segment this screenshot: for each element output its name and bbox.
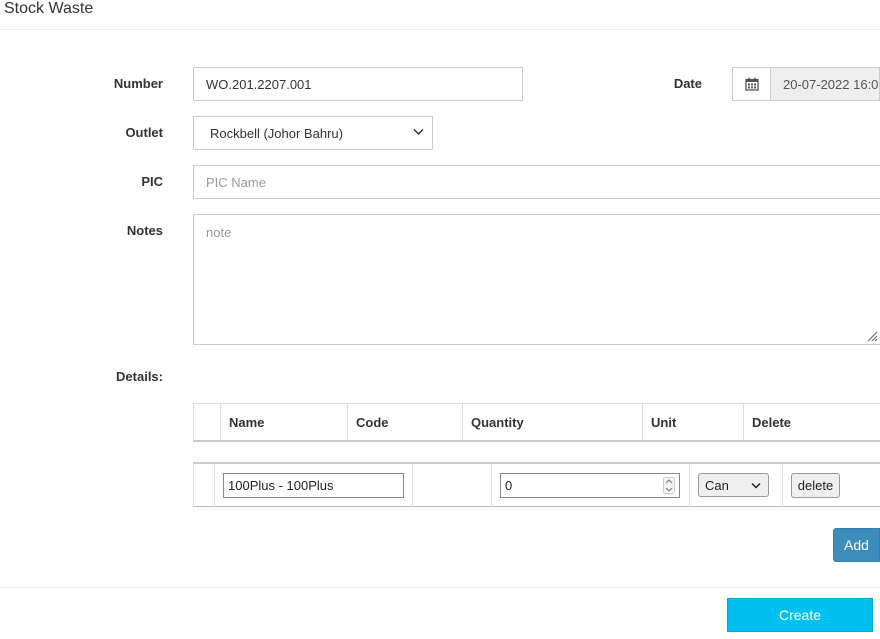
item-name-value: 100Plus - 100Plus [228, 478, 334, 493]
footer-divider [0, 587, 880, 588]
pic-label: PIC [141, 174, 163, 189]
date-field[interactable]: 20-07-2022 16:0 [771, 67, 880, 101]
number-label: Number [113, 76, 163, 91]
number-input-value: WO.201.2207.001 [206, 76, 312, 92]
pic-input[interactable]: PIC Name [193, 165, 880, 199]
date-label: Date [673, 76, 702, 91]
column-divider [193, 464, 194, 507]
outlet-select[interactable]: Rockbell (Johor Bahru) [193, 116, 433, 150]
date-field-value: 20-07-2022 16:0 [783, 76, 879, 92]
column-divider [214, 464, 215, 507]
pic-input-placeholder: PIC Name [206, 174, 266, 190]
item-code-cell [413, 464, 491, 507]
details-label: Details: [116, 369, 163, 384]
column-header-delete: Delete [752, 415, 792, 430]
column-header-code: Code [356, 415, 389, 430]
add-row-button[interactable]: Add [833, 528, 880, 562]
table-row: 100Plus - 100Plus 0 Can delete [193, 462, 880, 507]
unit-select-value: Can [705, 477, 729, 493]
create-button[interactable]: Create [727, 598, 873, 632]
resize-handle-icon[interactable] [866, 330, 878, 342]
spinner-arrows-icon[interactable] [663, 477, 675, 494]
column-header-quantity: Quantity [471, 415, 524, 430]
delete-row-button[interactable]: delete [791, 473, 840, 498]
title-divider [0, 29, 880, 30]
number-input[interactable]: WO.201.2207.001 [193, 67, 523, 101]
column-divider [782, 464, 783, 507]
outlet-select-value: Rockbell (Johor Bahru) [210, 125, 343, 141]
details-table-header: Name Code Quantity Unit Delete [193, 403, 880, 442]
column-divider [689, 464, 690, 507]
calendar-icon [744, 77, 759, 91]
notes-textarea[interactable]: note [193, 214, 880, 345]
chevron-down-icon [413, 128, 424, 136]
item-name-input[interactable]: 100Plus - 100Plus [223, 473, 404, 498]
chevron-down-icon [751, 482, 761, 489]
outlet-label: Outlet [125, 125, 163, 140]
notes-textarea-placeholder: note [206, 225, 232, 240]
column-header-unit: Unit [651, 415, 677, 430]
quantity-value: 0 [505, 478, 513, 493]
unit-select[interactable]: Can [698, 473, 769, 497]
quantity-stepper[interactable]: 0 [500, 473, 680, 498]
column-divider [193, 404, 194, 441]
column-divider [491, 464, 492, 507]
date-picker-button[interactable] [732, 67, 771, 101]
column-header-name: Name [229, 415, 265, 430]
notes-label: Notes [126, 223, 163, 238]
page-title: Stock Waste [4, 0, 94, 17]
